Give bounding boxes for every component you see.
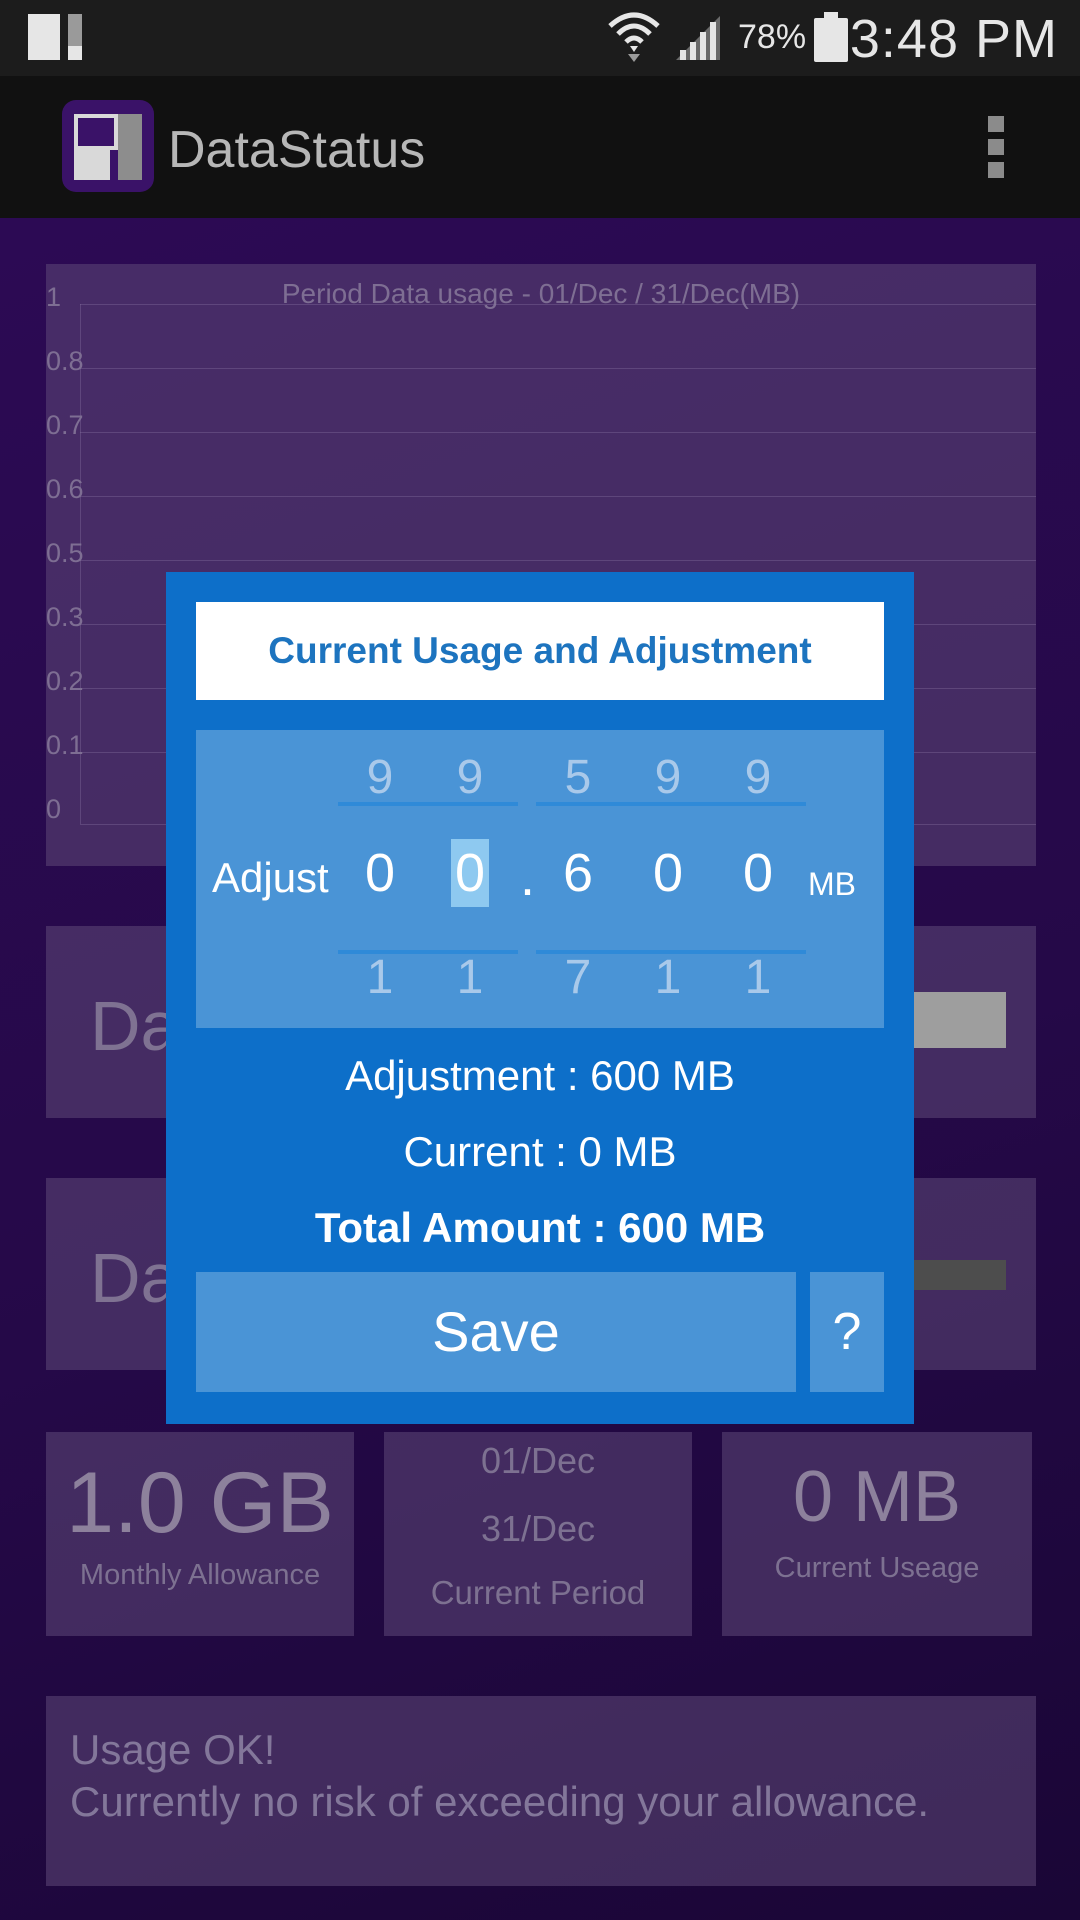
digit-current[interactable]: 0 [344, 842, 416, 904]
battery-icon [814, 12, 848, 62]
adjust-label: Adjust [212, 854, 329, 901]
overflow-menu-icon[interactable] [984, 116, 1008, 178]
picker-divider [338, 802, 518, 806]
app-title: DataStatus [168, 121, 426, 179]
chart-title: Period Data usage - 01/Dec / 31/Dec(MB) [281, 278, 801, 309]
status-detail: Currently no risk of exceeding your allo… [70, 1778, 930, 1825]
digit-current[interactable]: 0 [722, 842, 794, 904]
gridline [80, 496, 1036, 497]
picker-divider [536, 802, 806, 806]
picker-divider [536, 950, 806, 954]
wifi-icon [608, 12, 660, 62]
gridline [80, 432, 1036, 433]
y-tick-label: 0.7 [46, 410, 84, 440]
digit-picker-3[interactable]: 5 6 7 [542, 730, 614, 1028]
digit-picker-5[interactable]: 9 0 1 [722, 730, 794, 1028]
gridline [80, 304, 1036, 305]
digit-prev[interactable]: 5 [542, 750, 614, 805]
adjustment-text: Adjustment : 600 MB [345, 1052, 735, 1099]
y-tick-label: 0.1 [46, 730, 84, 760]
battery-percent: 78% [738, 18, 807, 56]
current-usage-tile[interactable]: 0 MB Current Useage [722, 1432, 1032, 1636]
app-logo-icon [62, 100, 154, 192]
digit-next[interactable]: 7 [542, 950, 614, 1005]
digit-current[interactable]: 6 [542, 842, 614, 904]
digit-next[interactable]: 1 [344, 950, 416, 1005]
digit-picker-1[interactable]: 9 0 1 [344, 730, 416, 1028]
y-tick-label: 0.5 [46, 538, 84, 568]
unit-label: MB [808, 866, 856, 902]
signal-icon [676, 16, 720, 60]
period-start: 01/Dec [480, 1440, 596, 1481]
y-tick-label: 1 [46, 282, 62, 312]
digit-next[interactable]: 1 [722, 950, 794, 1005]
current-period-tile[interactable]: 01/Dec 31/Dec Current Period [384, 1432, 692, 1636]
allowance-label: Monthly Allowance [79, 1559, 321, 1591]
digit-next[interactable]: 1 [434, 950, 506, 1005]
y-tick-label: 0 [46, 794, 62, 824]
adjust-number-picker: Adjust 9 0 1 9 0 1 . 5 6 7 9 0 1 9 0 1 M… [196, 730, 884, 1028]
status-message: Usage OK! Currently no risk of exceeding… [46, 1696, 1036, 1886]
gridline [80, 368, 1036, 369]
period-label: Current Period [430, 1574, 646, 1611]
usage-value: 0 MB [792, 1457, 962, 1537]
digit-prev[interactable]: 9 [632, 750, 704, 805]
digit-prev[interactable]: 9 [722, 750, 794, 805]
digit-current[interactable]: 0 [632, 842, 704, 904]
help-button[interactable]: ? [810, 1272, 884, 1392]
y-tick-label: 0.8 [46, 346, 84, 376]
y-tick-label: 0.2 [46, 666, 84, 696]
usage-adjustment-dialog: Current Usage and Adjustment Adjust 9 0 … [166, 572, 914, 1424]
status-headline: Usage OK! [70, 1726, 276, 1773]
digit-prev[interactable]: 9 [434, 750, 506, 805]
save-button[interactable]: Save [196, 1272, 796, 1392]
period-end: 31/Dec [480, 1508, 596, 1549]
digit-picker-2[interactable]: 9 0 1 [434, 730, 506, 1028]
selected-digit[interactable]: 0 [450, 839, 490, 907]
allowance-value: 1.0 GB [66, 1455, 334, 1551]
total-amount-text: Total Amount : 600 MB [314, 1204, 766, 1251]
digit-next[interactable]: 1 [632, 950, 704, 1005]
monthly-allowance-tile[interactable]: 1.0 GB Monthly Allowance [46, 1432, 354, 1636]
action-bar: DataStatus [0, 76, 1080, 218]
y-tick-label: 0.3 [46, 602, 84, 632]
digit-picker-4[interactable]: 9 0 1 [632, 730, 704, 1028]
gridline [80, 560, 1036, 561]
digit-prev[interactable]: 9 [344, 750, 416, 805]
current-text: Current : 0 MB [403, 1128, 677, 1175]
y-tick-label: 0.6 [46, 474, 84, 504]
dialog-title: Current Usage and Adjustment [196, 602, 884, 700]
decimal-point: . [520, 847, 536, 907]
clock: 3:48 PM [849, 9, 1058, 69]
usage-label: Current Useage [774, 1552, 980, 1584]
notification-icon [28, 14, 84, 60]
status-bar: 78% 3:48 PM [0, 0, 1080, 76]
digit-current-selected[interactable]: 0 [434, 839, 506, 907]
picker-divider [338, 950, 518, 954]
